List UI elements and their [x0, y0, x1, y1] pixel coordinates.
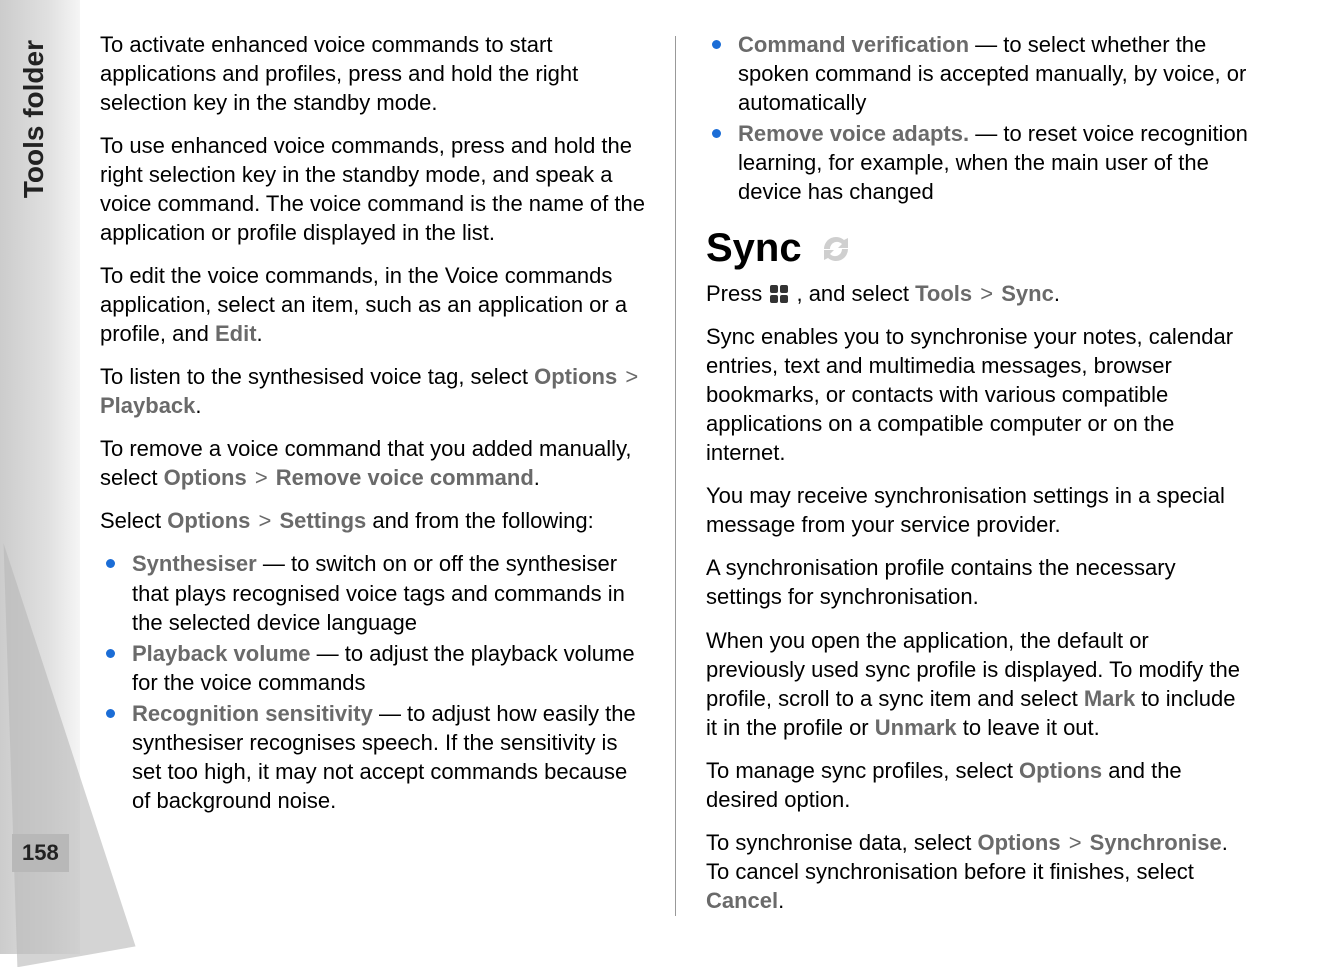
paragraph: To listen to the synthesised voice tag, … [100, 362, 645, 420]
paragraph: To remove a voice command that you added… [100, 434, 645, 492]
bullet-list: Command verification — to select whether… [706, 30, 1251, 206]
ui-term-unmark: Unmark [875, 715, 957, 740]
ui-term-synchronise: Synchronise [1090, 830, 1222, 855]
paragraph: Select Options > Settings and from the f… [100, 506, 645, 535]
text-run: To synchronise data, select [706, 830, 977, 855]
separator-chevron: > [250, 508, 279, 533]
list-item: Recognition sensitivity — to adjust how … [100, 699, 645, 815]
text-run: To edit the voice commands, in the Voice… [100, 263, 627, 346]
ui-term-options: Options [977, 830, 1060, 855]
list-item: Synthesiser — to switch on or off the sy… [100, 549, 645, 636]
ui-term-remove-voice-command: Remove voice command [276, 465, 534, 490]
separator-chevron: > [972, 281, 1001, 306]
ui-term-options: Options [534, 364, 617, 389]
ui-term-options: Options [167, 508, 250, 533]
text-run: Press [706, 281, 768, 306]
text-run: . [1054, 281, 1060, 306]
ui-term-cancel: Cancel [706, 888, 778, 913]
paragraph: To activate enhanced voice commands to s… [100, 30, 645, 117]
ui-term-tools: Tools [915, 281, 972, 306]
text-run: to leave it out. [957, 715, 1100, 740]
separator-chevron: > [617, 364, 640, 389]
text-run: . [534, 465, 540, 490]
page-content: To activate enhanced voice commands to s… [100, 30, 1300, 929]
page-number: 158 [12, 834, 69, 872]
paragraph: To use enhanced voice commands, press an… [100, 131, 645, 247]
list-item: Remove voice adapts. — to reset voice re… [706, 119, 1251, 206]
paragraph: You may receive synchronisation settings… [706, 481, 1251, 539]
text-run: To listen to the synthesised voice tag, … [100, 364, 534, 389]
paragraph: To synchronise data, select Options > Sy… [706, 828, 1251, 915]
text-run: and from the following: [366, 508, 593, 533]
paragraph: To edit the voice commands, in the Voice… [100, 261, 645, 348]
separator-chevron: > [247, 465, 276, 490]
menu-key-icon [768, 283, 790, 305]
bullet-list: Synthesiser — to switch on or off the sy… [100, 549, 645, 814]
text-run: Select [100, 508, 167, 533]
ui-term-synthesiser: Synthesiser [132, 551, 257, 576]
paragraph: Sync enables you to synchronise your not… [706, 322, 1251, 467]
text-run: . [778, 888, 784, 913]
right-column: Command verification — to select whether… [706, 30, 1251, 929]
section-tab-label: Tools folder [18, 40, 50, 198]
ui-term-options: Options [164, 465, 247, 490]
list-item: Command verification — to select whether… [706, 30, 1251, 117]
heading-text: Sync [706, 226, 802, 271]
ui-term-command-verification: Command verification [738, 32, 969, 57]
ui-term-edit: Edit [215, 321, 257, 346]
text-run: . [257, 321, 263, 346]
text-run: , and select [790, 281, 915, 306]
text-run: . [195, 393, 201, 418]
ui-term-playback: Playback [100, 393, 195, 418]
paragraph: Press , and select Tools > Sync. [706, 279, 1251, 308]
paragraph: A synchronisation profile contains the n… [706, 553, 1251, 611]
ui-term-options: Options [1019, 758, 1102, 783]
paragraph: When you open the application, the defau… [706, 626, 1251, 742]
ui-term-sync: Sync [1001, 281, 1054, 306]
ui-term-mark: Mark [1084, 686, 1135, 711]
ui-term-remove-voice-adapts: Remove voice adapts. [738, 121, 969, 146]
separator-chevron: > [1061, 830, 1090, 855]
column-divider [675, 36, 676, 916]
left-column: To activate enhanced voice commands to s… [100, 30, 645, 929]
ui-term-settings: Settings [279, 508, 366, 533]
sync-icon [816, 229, 856, 269]
sidebar: Tools folder 158 [0, 0, 80, 954]
ui-term-playback-volume: Playback volume [132, 641, 311, 666]
list-item: Playback volume — to adjust the playback… [100, 639, 645, 697]
ui-term-recognition-sensitivity: Recognition sensitivity [132, 701, 373, 726]
text-run: To manage sync profiles, select [706, 758, 1019, 783]
sync-heading: Sync [706, 226, 1251, 271]
paragraph: To manage sync profiles, select Options … [706, 756, 1251, 814]
